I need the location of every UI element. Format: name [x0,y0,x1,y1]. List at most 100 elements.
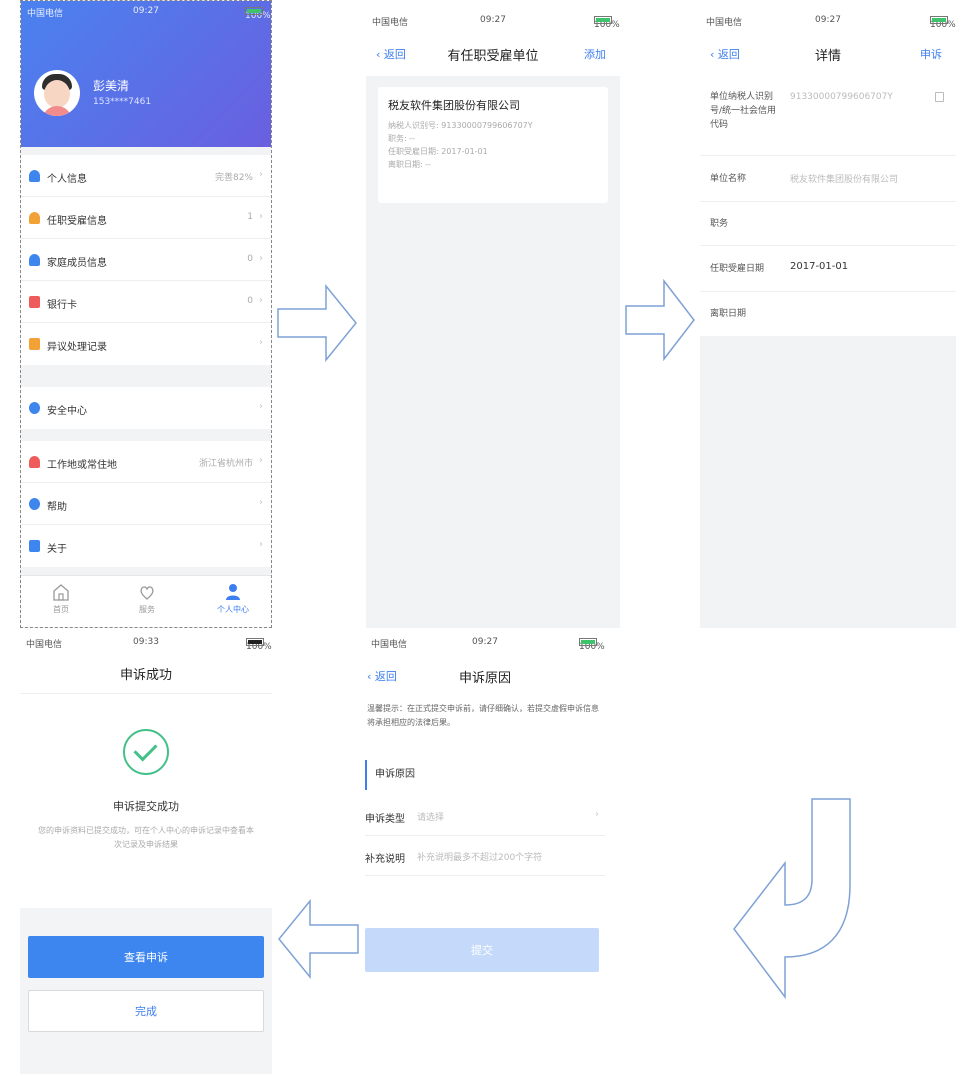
person-icon [226,584,240,600]
chevron-right-icon: › [259,295,263,306]
person-icon [29,170,40,182]
menu-item[interactable]: 任职受雇信息 1 › [21,197,271,239]
status-bar: 中国电信 09:27 100% [371,637,605,652]
menu-item[interactable]: 关于 › [21,525,271,567]
page-title: 详情 [814,49,841,64]
chevron-right-icon: › [259,401,263,412]
detail-row-hire-date: 任职受雇日期 2017-01-01 [700,246,956,292]
menu-item[interactable]: 帮助 › [21,483,271,525]
menu-group-other: 工作地或常住地 浙江省杭州市 › 帮助 › 关于 › [21,441,271,567]
profile-header: 中国电信 09:27 100% 彭美清 153****7461 [21,1,271,147]
page-title: 有任职受雇单位 [447,49,539,64]
tab-home[interactable]: 首页 [31,582,91,615]
card-icon [29,296,40,308]
employer-detail-screen: 中国电信 09:27 100% ‹ 返回 详情 申诉 单位纳税人识别号/统一社会… [700,10,956,628]
user-phone: 153****7461 [93,97,152,107]
menu-item-label: 个人信息 [47,174,87,185]
status-bar: 中国电信 09:27 100% [372,15,620,30]
chevron-right-icon: › [259,169,263,180]
chevron-right-icon: › [595,809,599,820]
menu-item-label: 任职受雇信息 [47,216,107,227]
avatar[interactable] [34,70,80,116]
battery-label: 100% [245,6,271,21]
menu-item-value: 1 [247,212,253,222]
menu-item-label: 家庭成员信息 [47,258,107,269]
company-name: 税友软件集团股份有限公司 [388,99,520,112]
employer-card[interactable]: 税友软件集团股份有限公司 纳税人识别号: 91330000799606707Y … [378,87,608,203]
nav-bar: ‹ 返回 申诉原因 [365,654,605,698]
chevron-right-icon: › [259,211,263,222]
tab-service[interactable]: 服务 [117,582,177,615]
menu-item-value: 完善82% [214,173,253,183]
appeal-button[interactable]: 申诉 [920,46,942,62]
menu-item-label: 关于 [47,544,67,555]
menu-item-value: 浙江省杭州市 [198,459,253,469]
menu-item[interactable]: 个人信息 完善82% › [21,155,271,197]
user-name: 彭美清 [93,79,130,93]
menu-item-label: 银行卡 [47,300,77,311]
flow-arrow-right-1-icon [277,283,357,363]
menu-item[interactable]: 银行卡 0 › [21,281,271,323]
submit-button[interactable]: 提交 [365,928,599,972]
page-title: 申诉成功 [119,668,172,683]
tab-bar: 首页 服务 个人中心 [21,575,271,627]
menu-item[interactable]: 安全中心 › [21,387,271,429]
flow-arrow-right-2-icon [625,278,695,362]
detail-list: 单位纳税人识别号/统一社会信用代码 91330000799606707Y 单位名… [700,76,956,336]
chevron-right-icon: › [259,497,263,508]
menu-item-value: 0 [247,254,253,264]
record-icon [29,338,40,350]
clock-label: 09:27 [133,6,159,16]
chevron-right-icon: › [259,539,263,550]
menu-group-personal: 个人信息 完善82% › 任职受雇信息 1 › 家庭成员信息 0 › 银行卡 0 › 异议处理记录 › [21,155,271,365]
menu-group-security: 安全中心 › [21,387,271,429]
page-title: 申诉原因 [458,671,511,686]
detail-row-company: 单位名称 税友软件集团股份有限公司 [700,156,956,202]
employer-list-screen: 中国电信 09:27 100% ‹ 返回 有任职受雇单位 添加 税友软件集团股份… [366,10,620,628]
detail-row-position: 职务 [700,202,956,246]
menu-item-label: 帮助 [47,502,67,513]
help-icon [29,498,40,510]
appeal-success-screen: 中国电信 09:33 100% 申诉成功 申诉提交成功 您的申诉资料已提交成功，… [20,632,272,1074]
status-bar: 中国电信 09:33 100% [26,637,272,652]
menu-item-label: 异议处理记录 [47,342,107,353]
nav-bar: 申诉成功 [20,654,272,694]
menu-item[interactable]: 工作地或常住地 浙江省杭州市 › [21,441,271,483]
section-title: 申诉原因 [365,760,605,790]
warning-tip: 温馨提示：在正式提交申诉前，请仔细确认，若提交虚假申诉信息将承担相应的法律后果。 [367,704,599,727]
flow-arrow-left-icon [278,898,359,980]
person-icon [29,254,40,266]
flow-arrow-curved-icon [733,798,851,1000]
chevron-right-icon: › [259,337,263,348]
success-heading: 申诉提交成功 [113,800,179,813]
done-button[interactable]: 完成 [28,990,264,1032]
position: 职务: -- [388,134,416,143]
home-icon [53,584,69,601]
info-icon [29,540,40,552]
shield-icon [29,402,40,414]
appeal-type-select[interactable]: 申诉类型 请选择 › [365,798,605,836]
taxpayer-id: 纳税人识别号: 91330000799606707Y [388,121,533,130]
status-bar: 中国电信 09:27 100% [706,15,956,30]
success-description: 您的申诉资料已提交成功，可在个人中心的申诉记录中查看本次记录及申诉结果 [38,826,254,849]
hire-date: 任职受雇日期: 2017-01-01 [388,147,488,156]
appeal-note-field[interactable]: 补充说明 补充说明最多不超过200个字符 [365,838,605,876]
nav-bar: ‹ 返回 详情 申诉 [700,32,956,76]
menu-item-value: 0 [247,296,253,306]
chevron-right-icon: › [259,455,263,466]
detail-row-leave-date: 离职日期 [710,309,747,319]
leave-date: 离职日期: -- [388,160,432,169]
view-appeal-button[interactable]: 查看申诉 [28,936,264,978]
menu-item[interactable]: 家庭成员信息 0 › [21,239,271,281]
person-icon [29,212,40,224]
add-button[interactable]: 添加 [584,46,606,62]
tab-personal-center[interactable]: 个人中心 [203,582,263,615]
copy-icon[interactable] [935,92,944,102]
status-bar: 中国电信 09:27 100% [21,1,271,23]
detail-row-taxpayer-id: 单位纳税人识别号/统一社会信用代码 91330000799606707Y [700,76,956,156]
success-check-icon [123,729,169,775]
appeal-reason-screen: 中国电信 09:27 100% ‹ 返回 申诉原因 温馨提示：在正式提交申诉前，… [365,632,605,974]
menu-item[interactable]: 异议处理记录 › [21,323,271,365]
nav-bar: ‹ 返回 有任职受雇单位 添加 [366,32,620,76]
menu-item-label: 安全中心 [47,406,87,417]
